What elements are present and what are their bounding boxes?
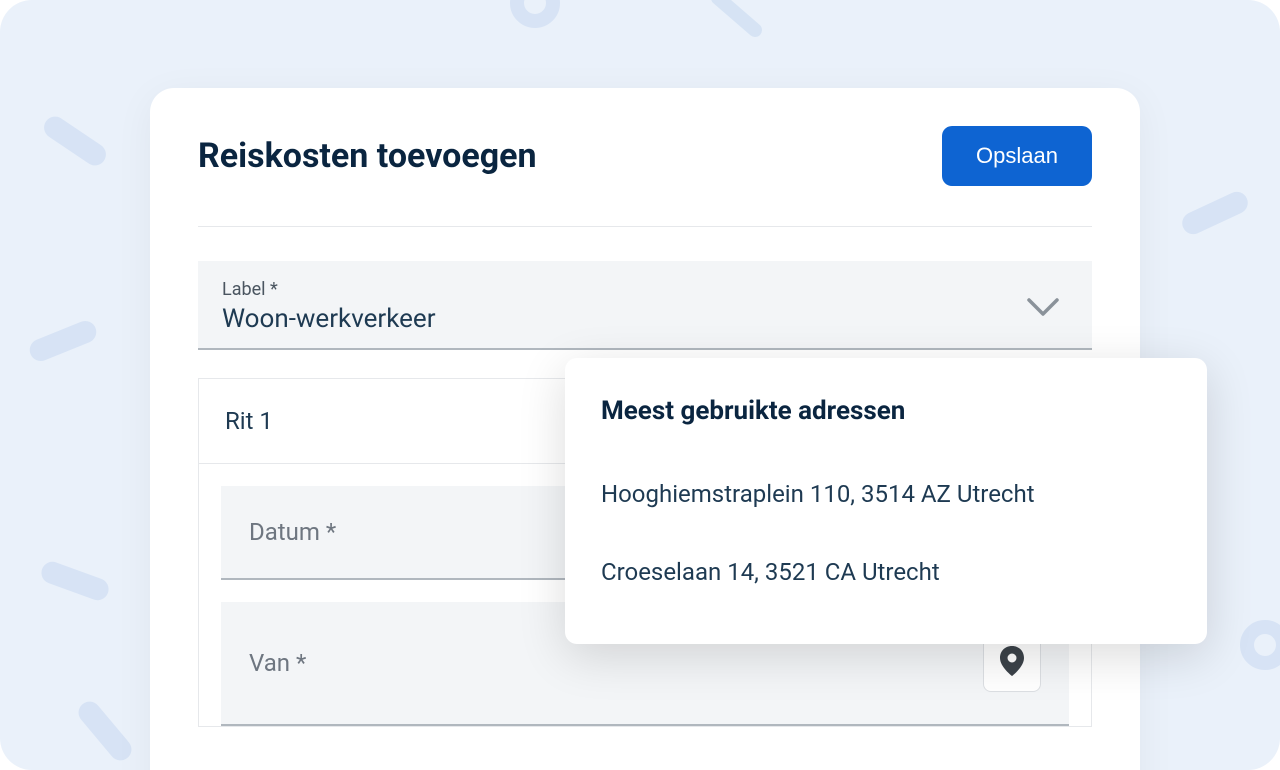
decor-line [710, 0, 770, 44]
decor-pill [40, 112, 110, 169]
chevron-down-icon [1026, 297, 1060, 323]
decor-ring [510, 0, 560, 28]
decor-pill [26, 318, 99, 365]
decor-ring [1240, 620, 1280, 670]
from-label: Van * [249, 649, 306, 677]
decor-pill [38, 559, 111, 604]
pin-icon [1000, 646, 1024, 680]
address-suggestions-title: Meest gebruikte adressen [601, 396, 1171, 426]
page-title: Reiskosten toevoegen [198, 136, 537, 176]
page-background: Reiskosten toevoegen Opslaan Label * Woo… [0, 0, 1280, 770]
address-suggestions-popover: Meest gebruikte adressen Hooghiemstraple… [565, 358, 1207, 644]
address-option[interactable]: Croeselaan 14, 3521 CA Utrecht [601, 540, 1171, 604]
address-option[interactable]: Hooghiemstraplein 110, 3514 AZ Utrecht [601, 462, 1171, 526]
label-field-value: Woon-werkverkeer [222, 304, 1068, 334]
label-select[interactable]: Label * Woon-werkverkeer [198, 261, 1092, 350]
card-header: Reiskosten toevoegen Opslaan [198, 126, 1092, 227]
save-button[interactable]: Opslaan [942, 126, 1092, 186]
decor-pill [1179, 188, 1252, 238]
decor-pill [74, 697, 136, 765]
label-field-label: Label * [222, 279, 1068, 300]
